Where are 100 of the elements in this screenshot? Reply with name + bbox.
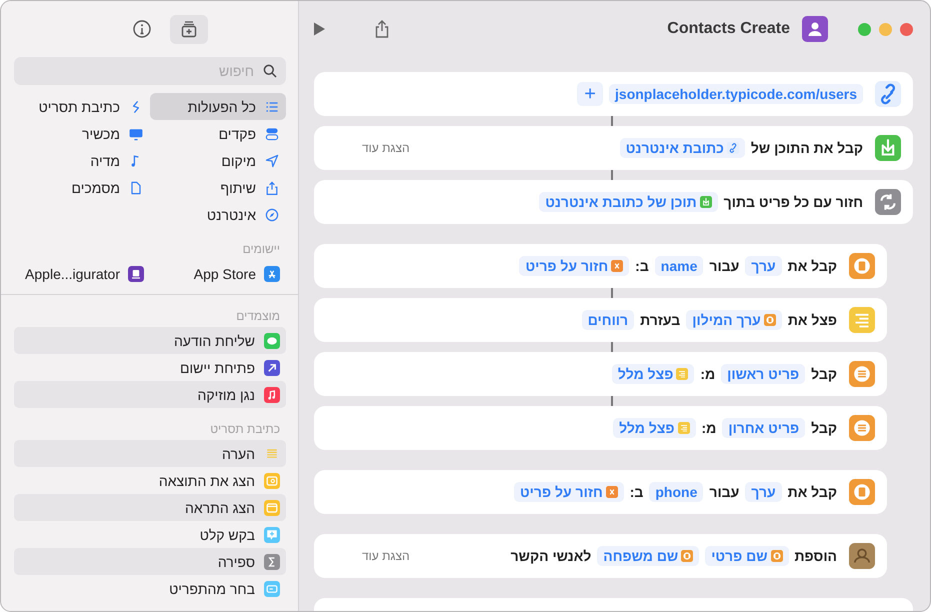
section-header: כתיבת תסריט bbox=[209, 421, 281, 438]
info-icon[interactable] bbox=[132, 19, 152, 39]
category-item[interactable]: כל הפעולות bbox=[150, 93, 286, 120]
action-item[interactable]: נגן מוזיקה bbox=[14, 381, 286, 408]
action-text: הוספת bbox=[794, 548, 837, 564]
dictionary-icon bbox=[681, 550, 694, 562]
action-item[interactable]: בקש קלט bbox=[14, 521, 286, 548]
token-label: ערך bbox=[751, 484, 776, 500]
action-text: קבל את bbox=[788, 484, 837, 500]
action-item[interactable]: פתיחת יישום bbox=[14, 354, 286, 381]
parameter-token[interactable]: name bbox=[654, 256, 704, 276]
action-card[interactable]: חזור עם כל פריט בתוך תוכן של כתובת אינטרנט bbox=[314, 180, 913, 224]
link-icon bbox=[875, 81, 901, 107]
token-label: כתובת אינטרנט bbox=[626, 140, 724, 156]
ask-input-icon bbox=[264, 526, 280, 542]
parameter-token[interactable]: רווחים bbox=[582, 310, 634, 330]
window-title: Contacts Create bbox=[667, 20, 790, 38]
menu-choose-icon bbox=[264, 580, 280, 596]
search-field[interactable]: חיפוש bbox=[14, 57, 286, 85]
token-label: שם משפחה bbox=[603, 548, 678, 564]
action-card[interactable]: קבל פריט ראשון מ: פצל מלל bbox=[314, 352, 887, 396]
token-label: phone bbox=[655, 484, 698, 500]
category-item[interactable]: מסמכים bbox=[14, 174, 150, 201]
parameter-token[interactable]: jsonplaceholder.typicode.com/users bbox=[609, 84, 863, 104]
section-header: מוצמדים bbox=[235, 308, 281, 325]
dictionary-icon bbox=[770, 550, 782, 562]
section-header: יישומים bbox=[242, 241, 281, 258]
token-label: name bbox=[660, 258, 698, 274]
parameter-token[interactable]: פריט אחרון bbox=[722, 418, 806, 438]
token-label: jsonplaceholder.typicode.com/users bbox=[615, 86, 857, 102]
add-button[interactable]: + bbox=[577, 82, 604, 106]
token-label: פצל מלל bbox=[619, 420, 675, 436]
contacts-icon bbox=[849, 543, 875, 569]
parameter-token[interactable]: פצל מלל bbox=[612, 364, 694, 384]
action-item[interactable]: שליחת הודעה bbox=[14, 327, 286, 354]
action-card[interactable]: קבל פריט אחרון מ: פצל מלל bbox=[314, 406, 887, 450]
action-text: קבל את bbox=[788, 258, 837, 274]
category-item[interactable]: מכשיר bbox=[14, 120, 150, 147]
parameter-token[interactable]: שם פרטי bbox=[705, 546, 788, 566]
action-card[interactable]: פצל את ערך המילון בעזרת רווחים bbox=[314, 298, 887, 342]
app-item[interactable]: App Store bbox=[150, 260, 286, 287]
split-icon bbox=[676, 368, 688, 380]
action-text: עבור bbox=[709, 258, 740, 274]
token-label: ערך bbox=[751, 258, 776, 274]
download-icon bbox=[875, 135, 901, 161]
parameter-token[interactable]: ערך bbox=[745, 482, 782, 502]
action-item[interactable]: ספירה bbox=[14, 548, 286, 575]
category-item[interactable]: מיקום bbox=[150, 147, 286, 174]
app-item[interactable]: Apple...igurator bbox=[14, 260, 150, 287]
category-item[interactable]: אינטרנט bbox=[150, 201, 286, 228]
parameter-token[interactable]: שם משפחה bbox=[597, 546, 700, 566]
action-card[interactable]: קבל את התוכן של כתובת אינטרנט הצגת עוד bbox=[314, 126, 913, 170]
show-result-icon bbox=[264, 472, 280, 488]
parameter-token[interactable]: פצל מלל bbox=[613, 418, 696, 438]
variable-icon bbox=[611, 260, 624, 272]
list-icon bbox=[849, 361, 875, 387]
parameter-token[interactable]: ערך המילון bbox=[686, 310, 782, 330]
category-item[interactable]: שיתוף bbox=[150, 174, 286, 201]
category-item[interactable]: כתיבת תסריט bbox=[14, 93, 150, 120]
action-text: חזור עם כל פריט בתוך bbox=[724, 194, 863, 210]
split-icon bbox=[849, 307, 875, 333]
toggle-icon bbox=[264, 126, 280, 142]
action-item[interactable]: הערה bbox=[14, 440, 286, 467]
category-item[interactable]: מדיה bbox=[14, 147, 150, 174]
link-icon bbox=[726, 142, 739, 154]
open-app-icon bbox=[264, 360, 280, 376]
count-icon bbox=[264, 554, 280, 570]
show-more-button[interactable]: הצגת עוד bbox=[356, 548, 416, 564]
parameter-token[interactable]: phone bbox=[649, 482, 704, 502]
token-label: שם פרטי bbox=[711, 548, 768, 564]
action-library-button[interactable] bbox=[170, 14, 208, 44]
action-card[interactable]: jsonplaceholder.typicode.com/users + bbox=[314, 72, 913, 116]
download-icon bbox=[700, 196, 712, 208]
show-more-button[interactable]: הצגת עוד bbox=[356, 140, 416, 156]
action-item[interactable]: הצג את התוצאה bbox=[14, 467, 286, 494]
category-item[interactable]: פקדים bbox=[150, 120, 286, 147]
token-label: רווחים bbox=[588, 312, 628, 328]
parameter-token[interactable]: תוכן של כתובת אינטרנט bbox=[539, 192, 718, 212]
action-text: קבל bbox=[811, 420, 837, 436]
close-button[interactable] bbox=[900, 22, 913, 36]
parameter-token[interactable]: חזור על פריט bbox=[514, 482, 624, 502]
action-item[interactable]: בחר מהתפריט bbox=[14, 575, 286, 602]
parameter-token[interactable]: פריט ראשון bbox=[721, 364, 806, 384]
action-text: פצל את bbox=[788, 312, 837, 328]
parameter-token[interactable]: כתובת אינטרנט bbox=[620, 138, 745, 158]
action-text: מ: bbox=[702, 420, 716, 436]
contact-icon bbox=[802, 16, 828, 42]
action-text: ב: bbox=[635, 258, 649, 274]
action-text: בעזרת bbox=[640, 312, 680, 328]
split-icon bbox=[678, 422, 690, 434]
token-label: פצל מלל bbox=[618, 366, 674, 382]
parameter-token[interactable]: ערך bbox=[745, 256, 782, 276]
location-icon bbox=[264, 152, 280, 168]
parameter-token[interactable]: חזור על פריט bbox=[519, 256, 630, 276]
dictionary-icon bbox=[849, 479, 875, 505]
action-text: קבל את התוכן של bbox=[750, 140, 863, 156]
action-card[interactable]: הוספת שם פרטי שם משפחה לאנשי הקשר הצגת עוד bbox=[314, 534, 887, 578]
search-icon bbox=[262, 63, 278, 79]
action-item[interactable]: הצג התראה bbox=[14, 494, 286, 521]
alert-icon bbox=[264, 500, 280, 516]
